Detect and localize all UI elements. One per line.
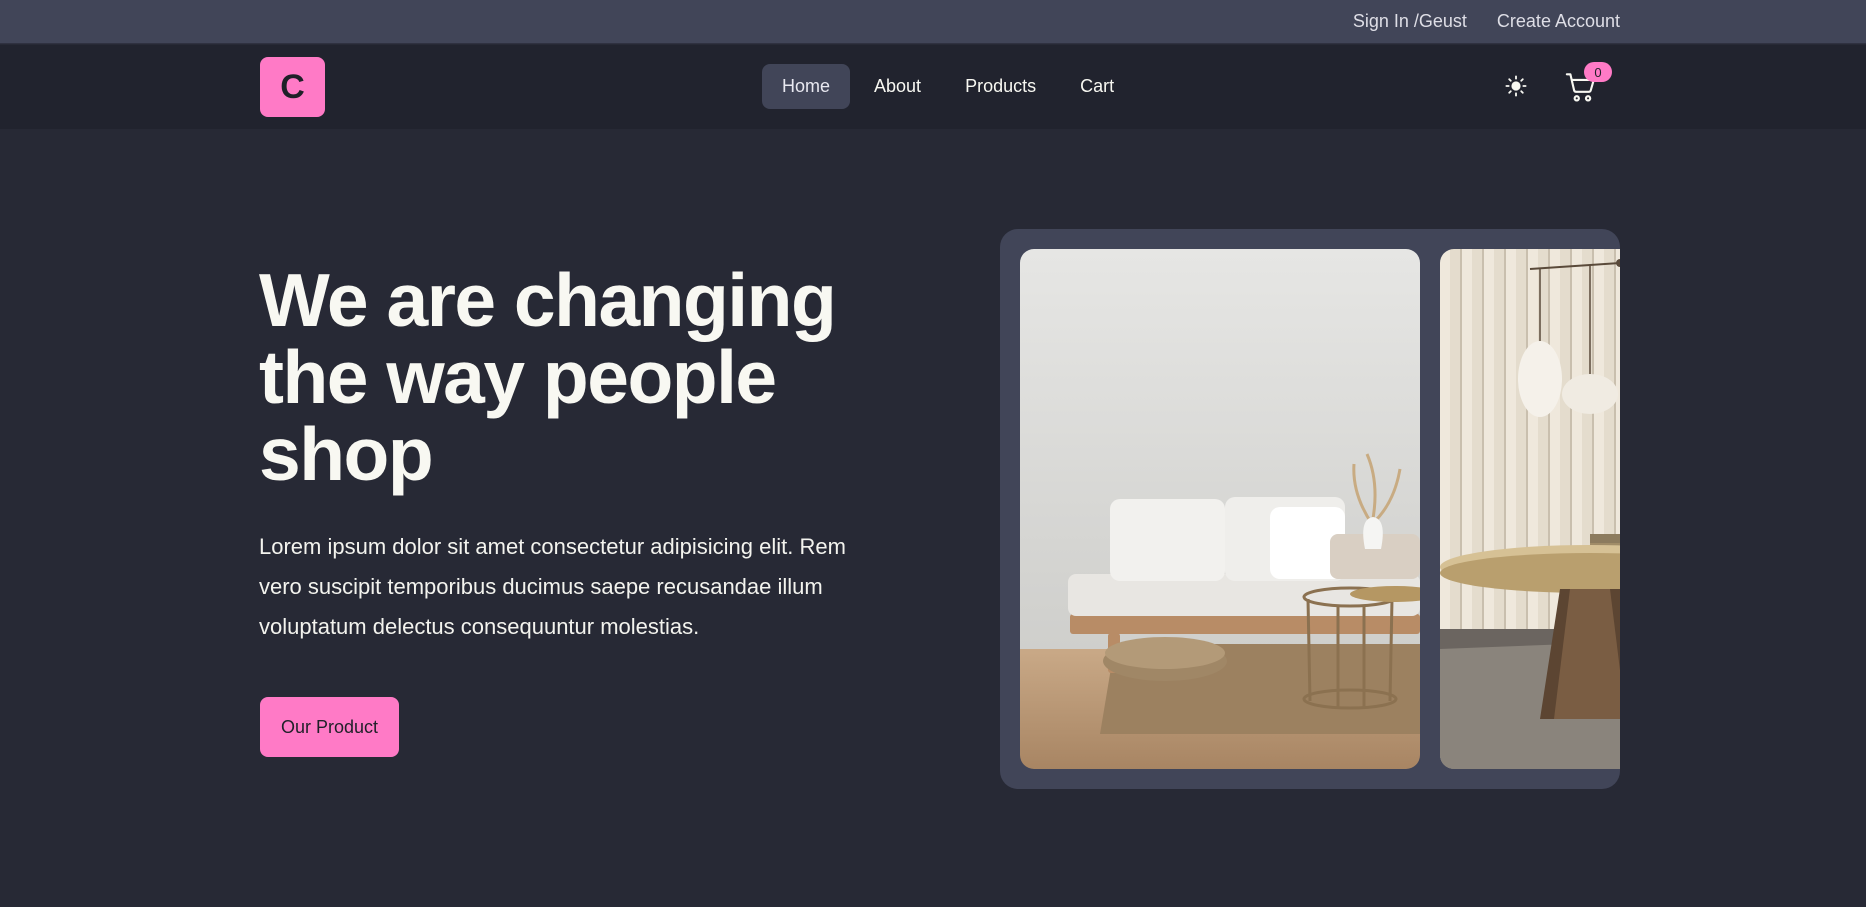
theme-toggle[interactable] [1503, 73, 1529, 99]
sofa-room-image [1020, 249, 1420, 769]
carousel-slide-dining [1440, 249, 1620, 769]
hero-text-line: voluptatum delectus consequuntur molesti… [259, 614, 700, 639]
cart-count-badge: 0 [1584, 62, 1612, 82]
carousel-slide-sofa [1020, 249, 1420, 769]
nav-link-home[interactable]: Home [762, 64, 851, 109]
hero-text-line: vero suscipit temporibus ducimus saepe r… [259, 574, 823, 599]
our-product-button[interactable]: Our Product [260, 697, 399, 757]
hero-title: We are changing the way people shop [259, 262, 899, 493]
dining-room-image [1440, 249, 1620, 769]
create-account-link[interactable]: Create Account [1497, 11, 1620, 32]
logo[interactable]: C [260, 57, 325, 117]
hero-text-line: Lorem ipsum dolor sit amet consectetur a… [259, 534, 846, 559]
nav-link-cart[interactable]: Cart [1060, 64, 1134, 109]
image-carousel[interactable] [1000, 229, 1620, 789]
top-bar: Sign In /Geust Create Account [0, 0, 1866, 44]
sun-icon [1505, 75, 1527, 97]
nav-link-products[interactable]: Products [945, 64, 1056, 109]
hero-title-line: shop [259, 412, 434, 496]
nav-link-about[interactable]: About [854, 64, 941, 109]
hero-title-line: We are changing [259, 258, 837, 342]
hero-title-line: the way people [259, 335, 777, 419]
nav-links: Home About Products Cart [762, 64, 1134, 109]
hero-description: Lorem ipsum dolor sit amet consectetur a… [259, 527, 899, 647]
sign-in-link[interactable]: Sign In /Geust [1353, 11, 1467, 32]
